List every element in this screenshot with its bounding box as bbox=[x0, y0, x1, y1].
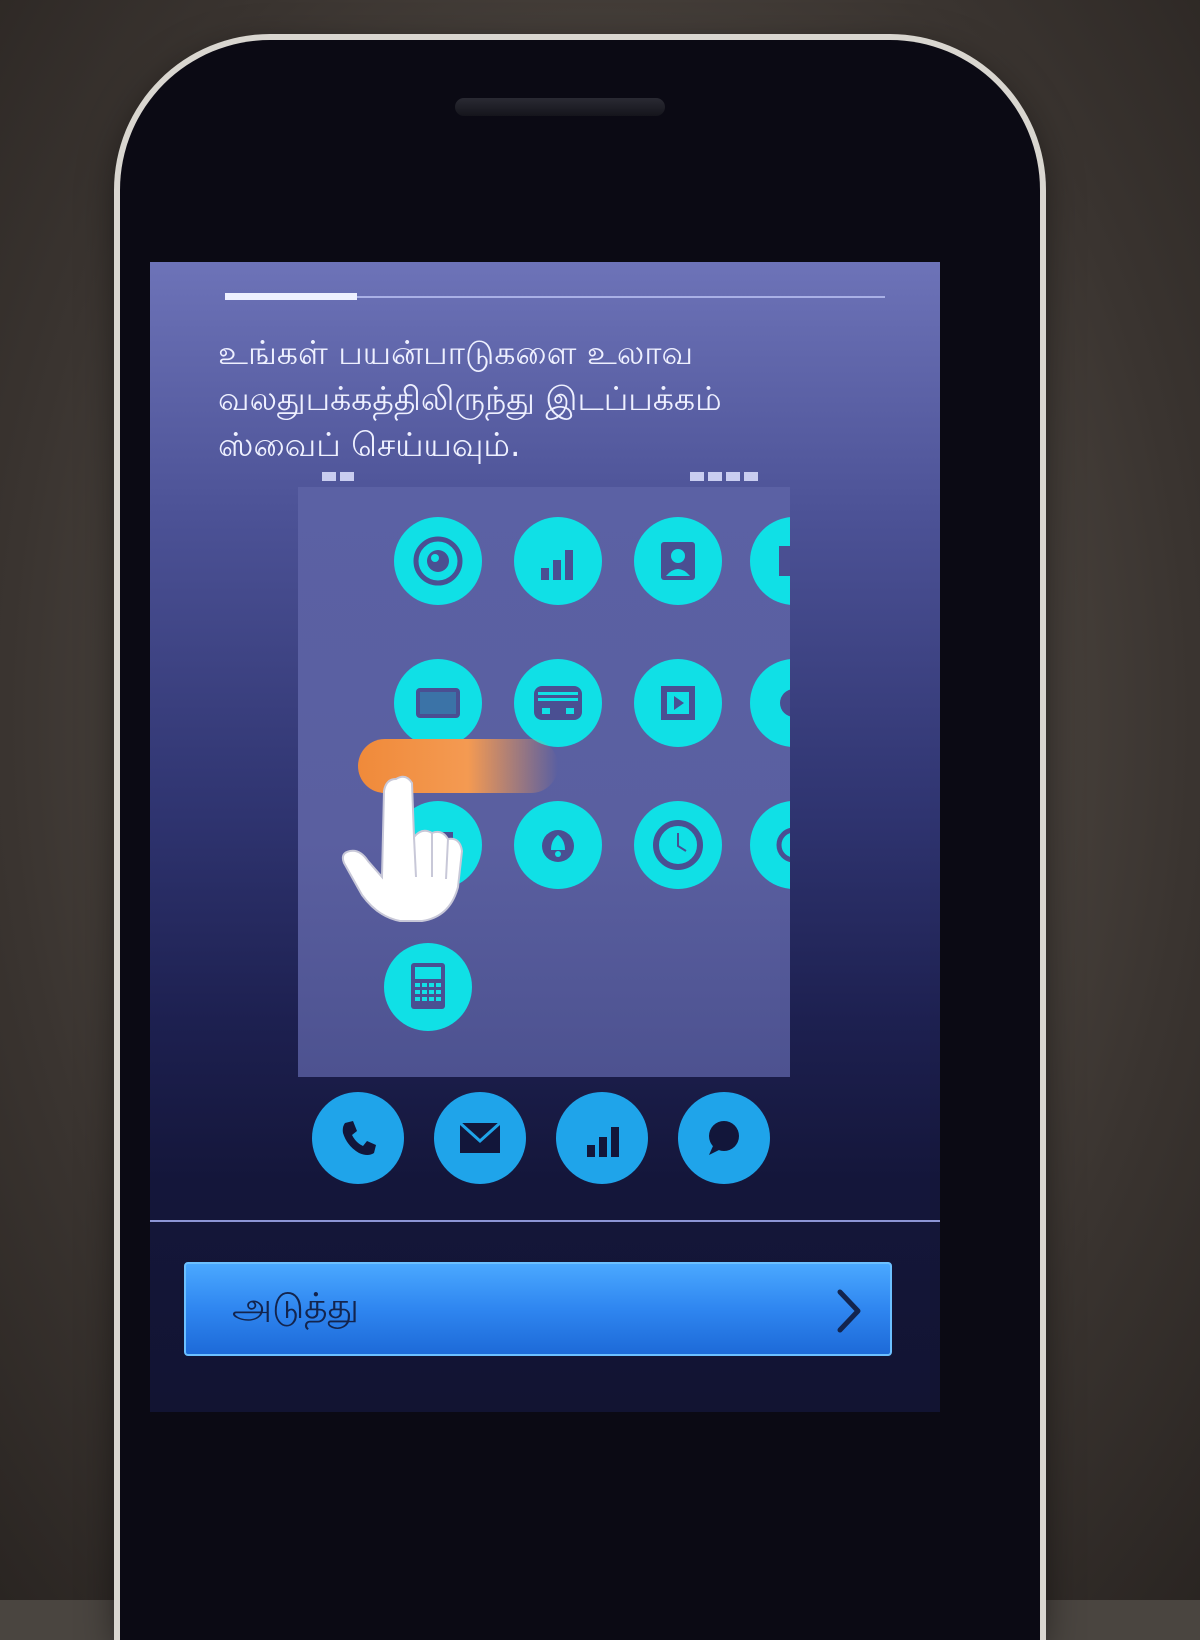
next-button[interactable]: அடுத்து bbox=[184, 1262, 892, 1356]
camera-icon bbox=[394, 517, 482, 605]
video-icon bbox=[634, 659, 722, 747]
chat-icon bbox=[678, 1092, 770, 1184]
calculator-icon bbox=[384, 943, 472, 1031]
hand-pointer-icon bbox=[341, 775, 464, 922]
messages-icon bbox=[394, 659, 482, 747]
phone-icon bbox=[312, 1092, 404, 1184]
clock-icon bbox=[634, 801, 722, 889]
mini-status-bar-left bbox=[322, 472, 362, 482]
illustration-dock bbox=[312, 1092, 782, 1192]
alarm-icon bbox=[514, 801, 602, 889]
calendar-icon bbox=[750, 517, 790, 605]
signal-icon bbox=[556, 1092, 648, 1184]
phone-body: உங்கள் பயன்பாடுகளை உலாவ வலதுபக்கத்திலிரு… bbox=[120, 40, 1040, 1640]
contacts-icon bbox=[634, 517, 722, 605]
mail-icon bbox=[434, 1092, 526, 1184]
chevron-right-icon bbox=[837, 1289, 861, 1333]
radio-icon bbox=[514, 659, 602, 747]
footer-divider bbox=[150, 1220, 940, 1222]
signal-icon bbox=[514, 517, 602, 605]
earpiece-speaker bbox=[455, 98, 665, 116]
next-button-label: அடுத்து bbox=[232, 1286, 359, 1327]
illustration-home-screen bbox=[298, 487, 790, 1077]
instruction-text: உங்கள் பயன்பாடுகளை உலாவ வலதுபக்கத்திலிரு… bbox=[218, 333, 722, 464]
browser-icon bbox=[750, 659, 790, 747]
tutorial-progress-fill bbox=[225, 293, 357, 300]
mini-status-bar-right bbox=[690, 472, 758, 481]
phone-screen: உங்கள் பயன்பாடுகளை உலாவ வலதுபக்கத்திலிரு… bbox=[150, 262, 940, 1412]
settings-icon bbox=[750, 801, 790, 889]
